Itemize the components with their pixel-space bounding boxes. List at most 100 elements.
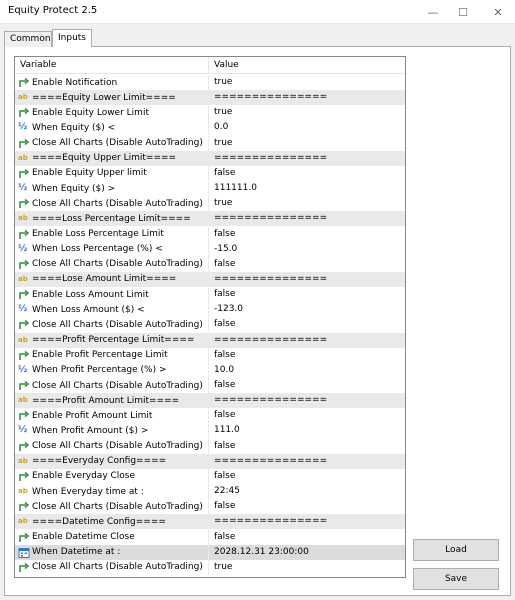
table-row[interactable]: ab ====Datetime Config==== =============== <box>15 514 405 530</box>
column-divider <box>208 256 209 272</box>
table-row[interactable]: Enable Equity Lower Limit true <box>15 105 405 121</box>
table-row[interactable]: Close All Charts (Disable AutoTrading) tr… <box>15 196 405 212</box>
variable-column-header[interactable]: Variable <box>20 60 56 70</box>
string-type-icon: ab <box>18 456 28 465</box>
parameter-name-cell: ab ====Lose Amount Limit==== <box>18 274 206 285</box>
table-row[interactable]: ab ====Profit Percentage Limit==== =======… <box>15 332 405 348</box>
table-row[interactable]: Enable Datetime Close false <box>15 529 405 545</box>
parameter-value[interactable]: -123.0 <box>214 304 243 314</box>
table-row[interactable]: ab ====Profit Amount Limit==== ===========… <box>15 393 405 409</box>
table-row[interactable]: Close All Charts (Disable AutoTrading) fa… <box>15 378 405 393</box>
parameter-value[interactable]: false <box>214 319 235 329</box>
table-row[interactable]: Enable Equity Upper limit false <box>15 165 405 181</box>
parameter-value[interactable]: false <box>214 168 235 178</box>
column-divider <box>208 105 209 121</box>
parameter-name: When Loss Amount ($) < <box>32 304 145 315</box>
parameter-value[interactable]: false <box>214 289 235 299</box>
load-button[interactable]: Load <box>413 539 499 561</box>
maximize-button[interactable]: ☐ <box>448 0 478 24</box>
table-row[interactable]: Close All Charts (Disable AutoTrading) tr… <box>15 135 405 151</box>
parameter-value[interactable]: =============== <box>214 395 327 405</box>
parameter-value[interactable]: false <box>214 259 235 269</box>
double-type-icon: ½ <box>18 304 28 315</box>
parameter-value[interactable]: 2028.12.31 23:00:00 <box>214 547 309 557</box>
parameter-value[interactable]: 10.0 <box>214 365 234 375</box>
parameter-name-cell: Close All Charts (Disable AutoTrading) <box>18 380 206 391</box>
table-row[interactable]: Close All Charts (Disable AutoTrading) fa… <box>15 317 405 333</box>
parameter-value[interactable]: =============== <box>214 274 327 284</box>
table-row[interactable]: Enable Notification true <box>15 75 405 90</box>
parameter-value[interactable]: true <box>214 107 232 117</box>
table-row[interactable]: Enable Everyday Close false <box>15 468 405 484</box>
table-row[interactable]: ½ When Equity ($) < 0.0 <box>15 120 405 136</box>
parameter-value[interactable]: =============== <box>214 92 327 102</box>
parameter-value[interactable]: =============== <box>214 213 327 223</box>
parameter-value[interactable]: 111.0 <box>214 425 240 435</box>
table-row[interactable]: ½ When Equity ($) > 111111.0 <box>15 181 405 197</box>
parameter-value[interactable]: true <box>214 198 232 208</box>
parameter-name-cell: ½ When Loss Amount ($) < <box>18 304 206 315</box>
column-divider <box>208 196 209 212</box>
parameter-value[interactable]: 22:45 <box>214 486 240 496</box>
column-divider <box>208 135 209 151</box>
parameter-value[interactable]: true <box>214 77 232 87</box>
value-column-header[interactable]: Value <box>214 60 239 70</box>
parameter-value[interactable]: false <box>214 501 235 511</box>
column-divider <box>208 544 209 560</box>
bool-arrow-icon <box>18 229 30 240</box>
save-button[interactable]: Save <box>413 568 499 590</box>
table-row[interactable]: When Datetime at : 2028.12.31 23:00:00 <box>15 544 405 560</box>
string-type-icon: ab <box>18 153 28 162</box>
string-type-icon: ab <box>18 274 28 283</box>
table-row[interactable]: Enable Loss Percentage Limit false <box>15 226 405 242</box>
table-row[interactable]: Close All Charts (Disable AutoTrading) tr… <box>15 559 405 575</box>
tab-common[interactable]: Common <box>4 31 52 47</box>
table-row[interactable]: Enable Profit Percentage Limit false <box>15 347 405 363</box>
table-row[interactable]: Close All Charts (Disable AutoTrading) fa… <box>15 499 405 515</box>
table-row[interactable]: ½ When Loss Percentage (%) < -15.0 <box>15 241 405 257</box>
parameter-name-cell: Enable Equity Upper limit <box>18 168 206 179</box>
bool-arrow-icon <box>18 319 30 330</box>
column-divider <box>208 408 209 424</box>
table-row[interactable]: Close All Charts (Disable AutoTrading) fa… <box>15 438 405 454</box>
parameter-value[interactable]: =============== <box>214 516 327 526</box>
table-row[interactable]: ½ When Profit Amount ($) > 111.0 <box>15 423 405 439</box>
close-button[interactable]: ✕ <box>483 0 513 24</box>
tab-inputs[interactable]: Inputs <box>52 29 92 47</box>
table-row[interactable]: ½ When Loss Amount ($) < -123.0 <box>15 302 405 318</box>
table-row[interactable]: ab ====Loss Percentage Limit==== =========… <box>15 211 405 227</box>
parameter-value[interactable]: true <box>214 562 232 572</box>
parameter-value[interactable]: true <box>214 138 232 148</box>
parameter-value[interactable]: false <box>214 410 235 420</box>
table-row[interactable]: ab ====Everyday Config==== =============== <box>15 453 405 469</box>
table-row[interactable]: ab When Everyday time at : 22:45 <box>15 484 405 500</box>
column-divider <box>208 484 209 500</box>
column-divider[interactable] <box>208 57 209 74</box>
table-row[interactable]: Close All Charts (Disable AutoTrading) fa… <box>15 256 405 272</box>
parameter-value[interactable]: false <box>214 350 235 360</box>
double-type-icon: ½ <box>18 425 28 436</box>
parameter-value[interactable]: false <box>214 229 235 239</box>
parameter-name-cell: ab ====Profit Percentage Limit==== <box>18 335 206 346</box>
parameter-name: Enable Profit Percentage Limit <box>32 350 168 361</box>
parameter-value[interactable]: false <box>214 380 235 390</box>
parameter-value[interactable]: =============== <box>214 153 327 163</box>
bool-arrow-icon <box>18 289 30 300</box>
table-row[interactable]: ab ====Lose Amount Limit==== =============… <box>15 271 405 287</box>
parameter-name-cell: Enable Equity Lower Limit <box>18 107 206 118</box>
parameter-value[interactable]: =============== <box>214 456 327 466</box>
parameter-value[interactable]: =============== <box>214 335 327 345</box>
parameter-value[interactable]: 111111.0 <box>214 183 257 193</box>
parameter-value[interactable]: false <box>214 471 235 481</box>
column-divider <box>208 165 209 181</box>
table-row[interactable]: Enable Profit Amount Limit false <box>15 408 405 424</box>
table-row[interactable]: ab ====Equity Lower Limit==== ============… <box>15 90 405 106</box>
parameter-value[interactable]: false <box>214 441 235 451</box>
parameter-value[interactable]: false <box>214 532 235 542</box>
minimize-button[interactable]: — <box>418 0 448 24</box>
table-row[interactable]: Enable Loss Amount Limit false <box>15 287 405 303</box>
table-row[interactable]: ½ When Profit Percentage (%) > 10.0 <box>15 362 405 378</box>
parameter-value[interactable]: 0.0 <box>214 122 228 132</box>
table-row[interactable]: ab ====Equity Upper Limit==== ============… <box>15 150 405 166</box>
parameter-value[interactable]: -15.0 <box>214 244 237 254</box>
